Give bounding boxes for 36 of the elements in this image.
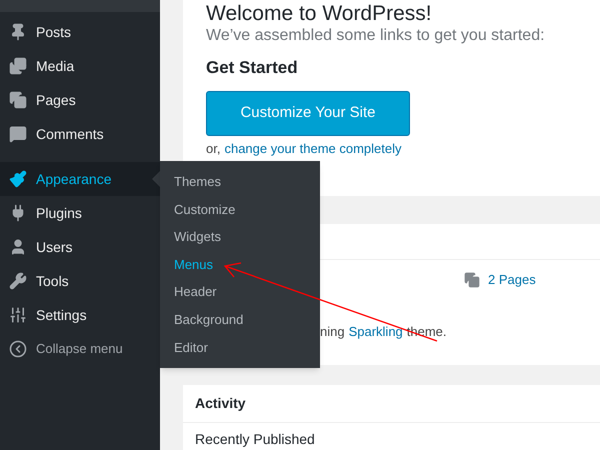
sidebar-item[interactable]: Settings (0, 298, 160, 332)
submenu-item[interactable]: Themes (160, 168, 320, 196)
sidebar-item[interactable]: Posts (0, 15, 160, 49)
submenu-item[interactable]: Header (160, 278, 320, 306)
wrench-icon (9, 272, 27, 290)
change-theme-link[interactable]: change your theme completely (224, 140, 402, 158)
theme-info-text: ning (320, 322, 345, 341)
paintbrush-icon (9, 170, 27, 188)
pages-count-link[interactable]: 2 Pages (488, 270, 536, 290)
collapse-icon (9, 340, 27, 358)
sliders-icon (9, 306, 27, 324)
pages-icon (9, 91, 27, 109)
pin-icon (9, 23, 27, 41)
user-icon (9, 238, 27, 256)
recently-published-heading: Recently Published (194, 430, 316, 449)
sidebar-item[interactable]: Users (0, 230, 160, 264)
welcome-title: Welcome to WordPress! (206, 2, 432, 26)
activity-title: Activity (183, 385, 600, 423)
submenu-item[interactable]: Widgets (160, 223, 320, 251)
submenu-item[interactable]: Customize (160, 196, 320, 224)
submenu-item[interactable]: Background (160, 306, 320, 334)
sidebar-item[interactable]: Tools (0, 264, 160, 298)
sidebar-item[interactable]: Media (0, 49, 160, 83)
sidebar-item[interactable]: Pages (0, 83, 160, 117)
submenu-item[interactable]: Menus (160, 250, 320, 278)
alternative-text: or, (206, 140, 220, 158)
speech-bubble-icon (9, 125, 27, 143)
welcome-subtitle: We’ve assembled some links to get you started: (206, 26, 545, 46)
sidebar-item[interactable]: Comments (0, 117, 160, 151)
theme-link[interactable]: Sparkling (348, 322, 403, 342)
collapse-menu-button[interactable]: Collapse menu (0, 332, 160, 366)
submenu-item[interactable]: Editor (160, 334, 320, 362)
pages-icon (464, 272, 480, 288)
sidebar-item[interactable]: Appearance (0, 162, 160, 196)
section-heading: Get Started (206, 57, 298, 79)
sidebar-item[interactable]: Plugins (0, 196, 160, 230)
